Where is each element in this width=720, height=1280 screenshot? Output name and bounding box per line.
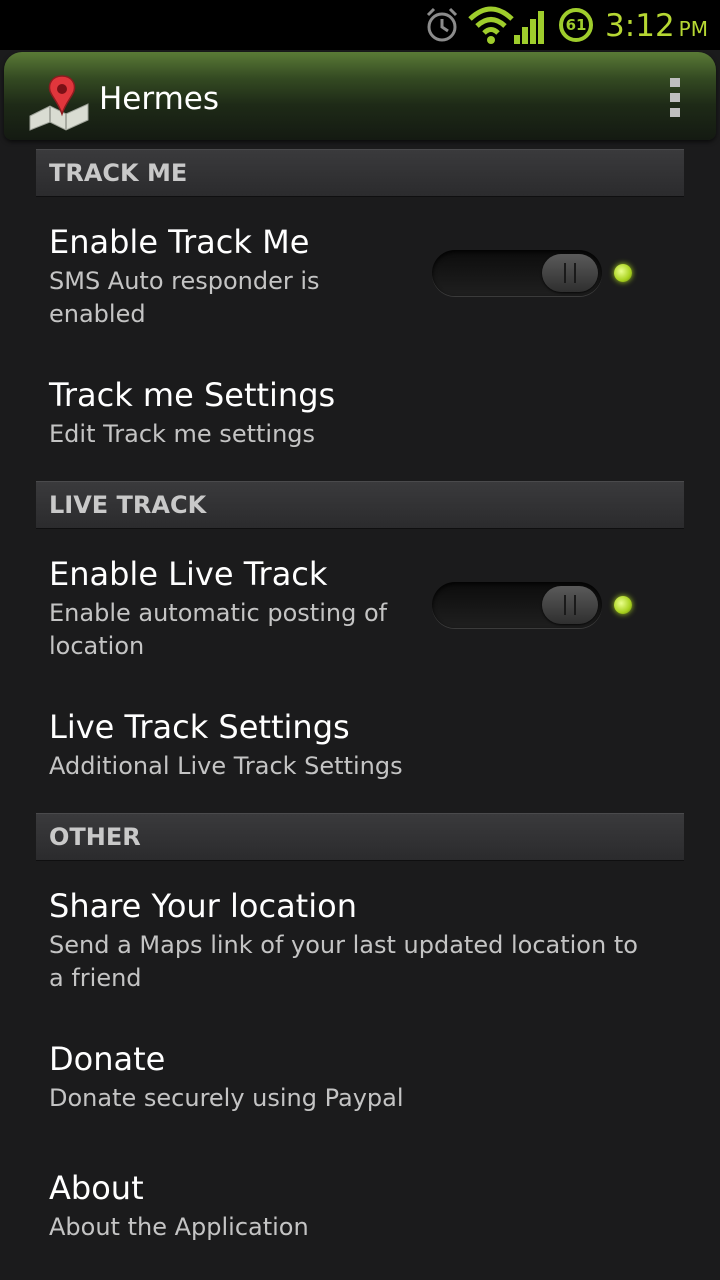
alarm-icon <box>426 7 458 42</box>
section-header-other: OTHER <box>36 813 684 861</box>
share-location-title: Share Your location <box>49 887 357 925</box>
track-me-toggle[interactable] <box>432 250 602 296</box>
donate-summary: Donate securely using Paypal <box>49 1084 404 1112</box>
share-location-item[interactable]: Share Your location Send a Maps link of … <box>49 886 679 995</box>
live-track-settings-title: Live Track Settings <box>49 708 350 746</box>
track-me-settings-item[interactable]: Track me Settings Edit Track me settings <box>49 375 679 451</box>
clock: 3:12 PM <box>605 4 708 48</box>
signal-icon <box>514 11 544 44</box>
battery-level: 61 <box>565 16 587 34</box>
status-led-icon <box>614 264 632 282</box>
status-led-icon <box>614 596 632 614</box>
enable-live-track-summary: Enable automatic posting of location <box>49 599 388 660</box>
share-location-summary: Send a Maps link of your last updated lo… <box>49 931 638 992</box>
live-track-settings-summary: Additional Live Track Settings <box>49 752 403 780</box>
donate-item[interactable]: Donate Donate securely using Paypal <box>49 1039 679 1115</box>
live-track-toggle[interactable] <box>432 582 602 628</box>
clock-time: 3:12 <box>605 8 675 44</box>
wifi-icon <box>468 6 514 44</box>
live-track-settings-item[interactable]: Live Track Settings Additional Live Trac… <box>49 707 679 783</box>
toggle-thumb <box>542 254 598 292</box>
section-header-live-track: LIVE TRACK <box>36 481 684 529</box>
about-summary: About the Application <box>49 1213 309 1241</box>
overflow-menu-icon[interactable] <box>664 76 688 120</box>
map-pin-icon[interactable] <box>26 72 92 132</box>
track-me-settings-summary: Edit Track me settings <box>49 420 316 448</box>
donate-title: Donate <box>49 1040 166 1078</box>
app-title: Hermes <box>99 81 220 117</box>
toggle-thumb <box>542 586 598 624</box>
status-bar: 61 3:12 PM <box>0 0 720 50</box>
battery-icon: 61 <box>558 7 594 43</box>
about-item[interactable]: About About the Application <box>49 1168 679 1244</box>
enable-track-me-summary: SMS Auto responder is enabled <box>49 267 320 328</box>
action-bar: Hermes <box>4 52 716 140</box>
clock-ampm: PM <box>678 17 708 41</box>
track-me-settings-title: Track me Settings <box>49 376 336 414</box>
section-header-track-me: TRACK ME <box>36 149 684 197</box>
about-title: About <box>49 1169 144 1207</box>
